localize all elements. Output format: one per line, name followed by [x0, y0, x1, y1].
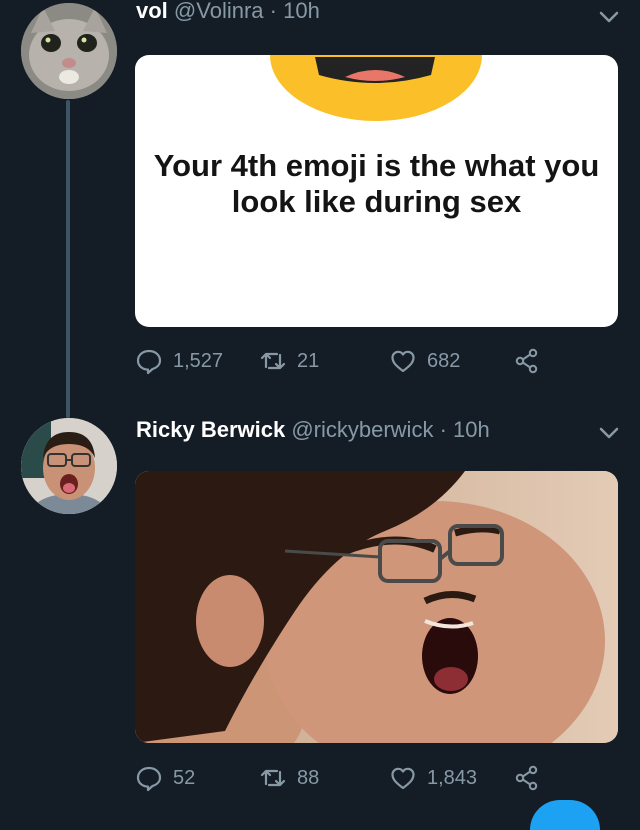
tweet-header: Ricky Berwick @rickyberwick · 10h: [136, 417, 490, 443]
separator-dot: ·: [439, 417, 447, 442]
retweet-icon: [260, 769, 286, 787]
retweet-icon: [260, 352, 286, 370]
card-caption-text: Your 4th emoji is the what you look like…: [153, 148, 600, 219]
thread-connector-line: [66, 100, 70, 418]
retweet-button[interactable]: 21: [259, 347, 319, 375]
heart-icon: [391, 350, 415, 373]
tweet-actions-bar: 52 88 1,843: [135, 764, 615, 794]
avatar[interactable]: [21, 418, 117, 514]
avatar[interactable]: [21, 3, 117, 99]
cat-avatar-icon: [21, 3, 117, 99]
author-handle[interactable]: @rickyberwick: [291, 417, 433, 442]
share-icon: [515, 765, 538, 791]
tweet-actions-bar: 1,527 21 682: [135, 347, 615, 377]
author-handle[interactable]: @Volinra: [174, 0, 264, 23]
share-icon: [515, 348, 538, 374]
share-button[interactable]: [513, 764, 541, 792]
tweet-timestamp[interactable]: 10h: [283, 0, 320, 23]
author-name[interactable]: vol: [136, 0, 168, 23]
author-name[interactable]: Ricky Berwick: [136, 417, 285, 442]
reply-button[interactable]: 52: [135, 764, 195, 792]
chevron-down-icon[interactable]: [598, 426, 620, 440]
heart-icon: [391, 767, 415, 790]
chevron-down-icon[interactable]: [598, 10, 620, 24]
tweet-media-card[interactable]: Your 4th emoji is the what you look like…: [135, 55, 618, 327]
tweet-header: vol @Volinra · 10h: [136, 0, 320, 24]
retweet-count: 21: [297, 349, 320, 372]
retweet-count: 88: [297, 766, 320, 789]
share-button[interactable]: [513, 347, 541, 375]
compose-button[interactable]: [530, 800, 600, 830]
retweet-button[interactable]: 88: [259, 764, 319, 792]
like-count: 682: [427, 349, 461, 372]
tweet-timestamp[interactable]: 10h: [453, 417, 490, 442]
reply-icon: [136, 349, 162, 375]
separator-dot: ·: [269, 0, 277, 23]
tweet-media-photo[interactable]: [135, 471, 618, 743]
like-count: 1,843: [427, 766, 478, 789]
like-button[interactable]: 682: [389, 347, 460, 375]
reply-count: 52: [173, 766, 196, 789]
like-button[interactable]: 1,843: [389, 764, 477, 792]
reply-count: 1,527: [173, 349, 224, 372]
reply-button[interactable]: 1,527: [135, 347, 223, 375]
emoji-face-icon: [270, 55, 482, 121]
person-avatar-icon: [21, 418, 117, 514]
person-photo-icon: [135, 471, 618, 743]
reply-icon: [136, 766, 162, 792]
